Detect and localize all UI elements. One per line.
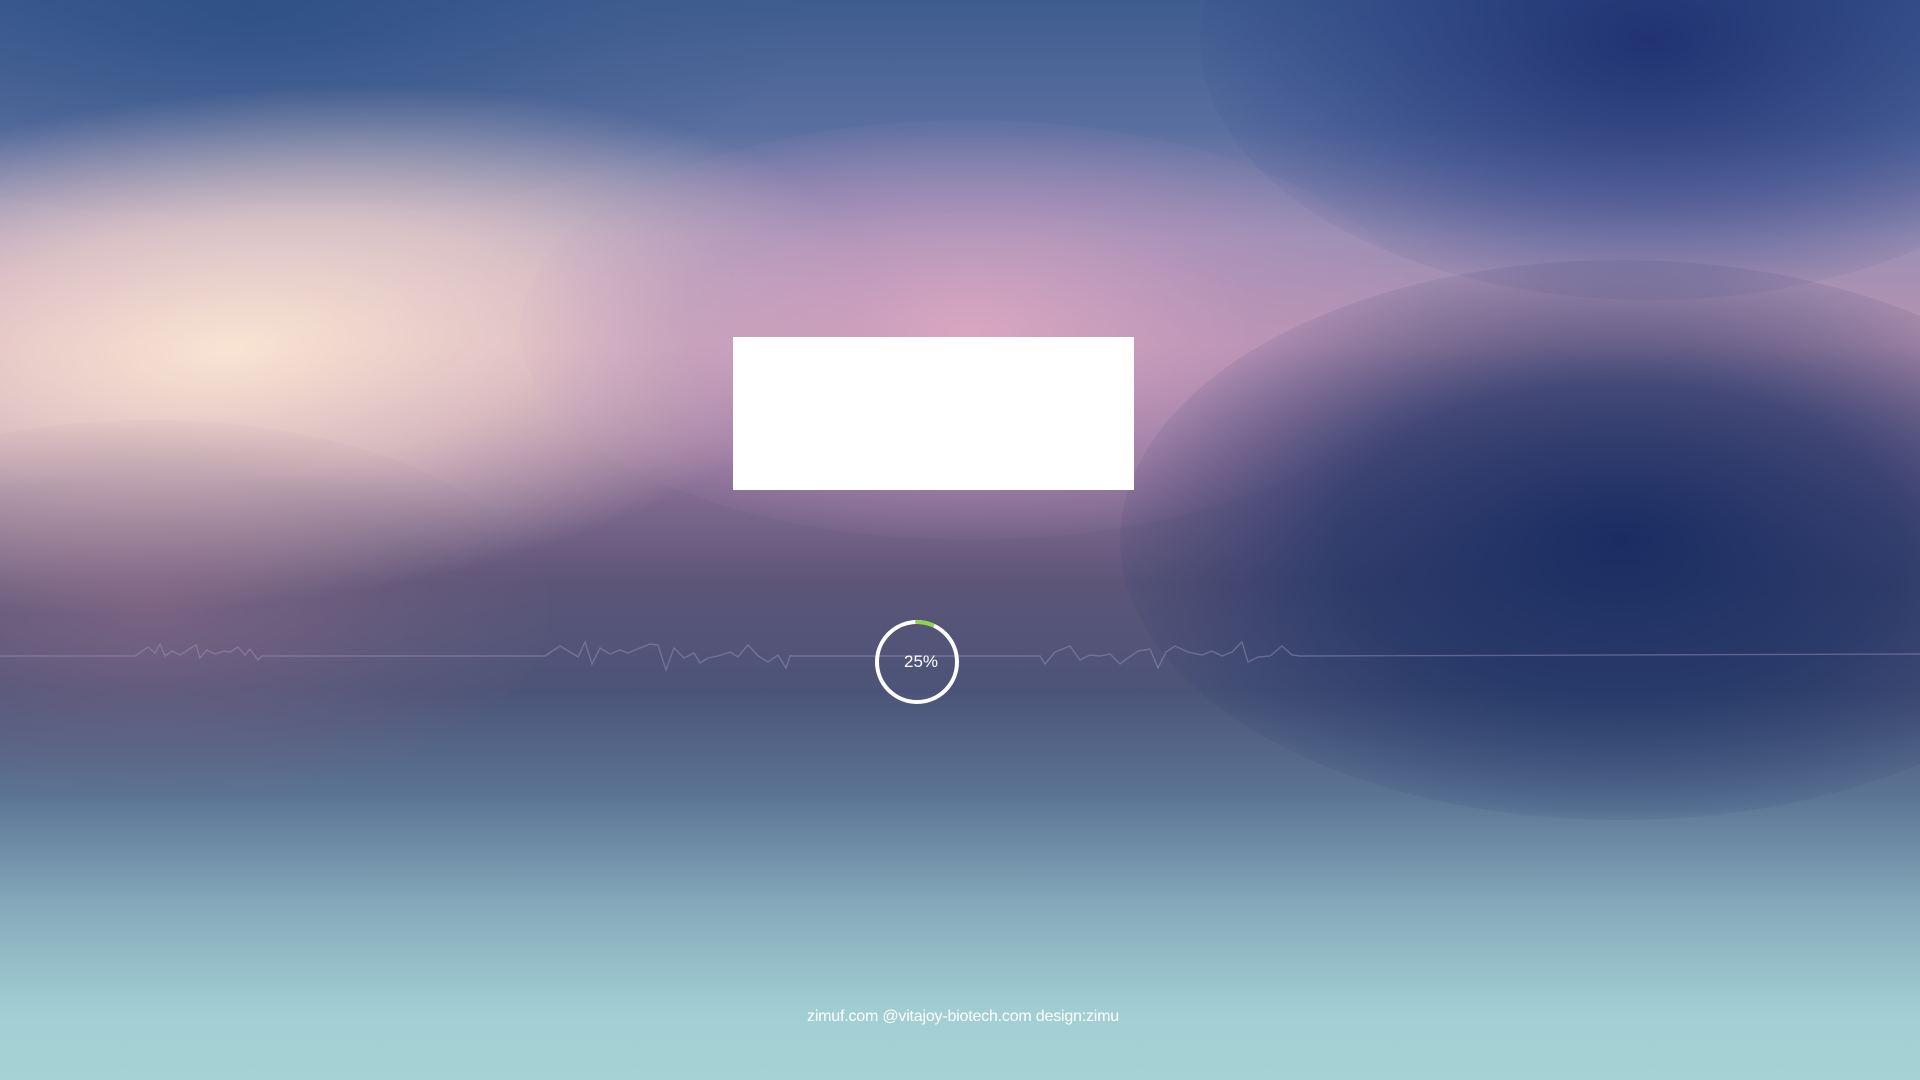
background-glow bbox=[1200, 0, 1920, 300]
background-glow bbox=[1120, 260, 1920, 820]
heartbeat-line bbox=[0, 640, 1920, 673]
logo-placeholder bbox=[733, 337, 1134, 490]
loading-progress-ring: 25% bbox=[874, 619, 960, 705]
footer-credit: zimuf.com @vitajoy-biotech.com design:zi… bbox=[807, 1008, 1119, 1025]
progress-percent-label: 25% bbox=[903, 652, 939, 671]
background-glow bbox=[0, 0, 800, 220]
splash-screen: 25% zimuf.com @vitajoy-biotech.com desig… bbox=[0, 0, 1920, 1080]
